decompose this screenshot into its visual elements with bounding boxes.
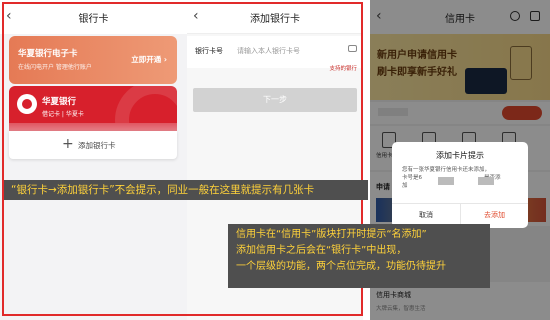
annotation-line-3: 一个层级的功能，两个点位完成，功能仍待提升 — [236, 261, 446, 272]
masked-digits — [478, 177, 494, 185]
add-card-dialog: 添加卡片提示 您有一张华夏银行信用卡还未添加， 卡号是6是否添 加 取消 去添加 — [392, 142, 528, 228]
annotation-note-1: “银行卡→添加银行卡”不会提示，同业一般在这里就提示有几张卡 — [4, 180, 368, 200]
dialog-line-2: 卡号是6 — [402, 175, 422, 181]
masked-digits — [438, 177, 454, 185]
annotation-line-1: 信用卡在“信用卡”版块打开时提示“名添加” — [236, 229, 427, 240]
annotation-line-2: 添加信用卡之后会在“银行卡”中出现， — [236, 245, 407, 256]
dialog-line-4: 加 — [402, 183, 408, 189]
annotation-note-2: 信用卡在“信用卡”版块打开时提示“名添加” 添加信用卡之后会在“银行卡”中出现，… — [228, 224, 490, 288]
dialog-title: 添加卡片提示 — [436, 151, 484, 160]
dialog-line-1: 您有一张华夏银行信用卡还未添加， — [402, 167, 491, 173]
dialog-message: 您有一张华夏银行信用卡还未添加， 卡号是6是否添 加 — [402, 166, 520, 190]
